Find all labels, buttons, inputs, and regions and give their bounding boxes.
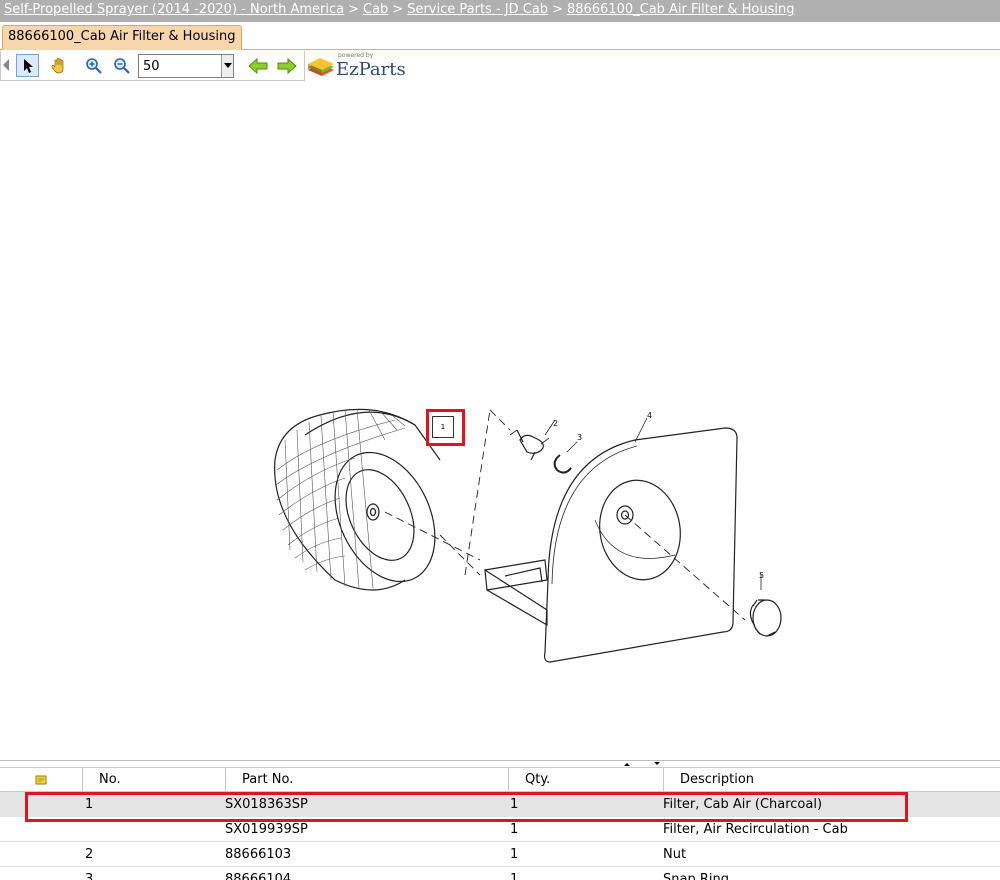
zoom-in-button[interactable] [82,54,105,77]
cell-qty: 1 [510,822,519,837]
breadcrumb-separator: > [552,2,563,17]
note-icon [35,775,47,785]
arrow-left-icon [247,57,267,74]
viewer-toolbar [0,51,305,81]
callout-5[interactable]: 5 [759,571,764,580]
breadcrumb-link-service-parts[interactable]: Service Parts - JD Cab [407,2,548,17]
zoom-out-icon [113,57,130,74]
tab-cab-air-filter[interactable]: 88666100_Cab Air Filter & Housing [2,25,242,50]
zoom-out-button[interactable] [110,54,133,77]
toolbar-collapse-icon[interactable] [3,59,9,71]
breadcrumb-link-filter-housing[interactable]: 88666100_Cab Air Filter & Housing [567,2,795,17]
breadcrumb-separator: > [392,2,404,17]
table-header: No. Part No. Qty. Description [0,767,1000,793]
panel-splitter[interactable] [0,760,1000,766]
arrow-right-icon [277,57,297,74]
column-header-no[interactable]: No. [82,768,225,793]
ezparts-logo: powered by EzParts [306,50,416,82]
cell-part-no: SX019939SP [225,822,308,837]
breadcrumb-link-sprayer[interactable]: Self-Propelled Sprayer (2014 -2020) - No… [4,2,344,17]
housing-drawing[interactable] [484,416,738,663]
parts-diagram[interactable]: 2 3 4 5 [255,400,795,670]
back-button[interactable] [246,54,269,77]
select-pointer-button[interactable] [16,54,39,77]
pointer-icon [23,58,33,73]
cell-qty: 1 [510,847,519,862]
breadcrumb-separator: > [348,2,359,17]
forward-button[interactable] [275,54,298,77]
books-icon [308,58,334,76]
table-row[interactable]: 2 88666103 1 Nut [0,842,1000,867]
cell-part-no: SX018363SP [225,797,308,812]
cell-part-no: 88666103 [225,847,292,862]
logo-powered-text: powered by [338,52,374,59]
chevron-down-icon [223,63,232,68]
cell-description: Nut [663,847,687,862]
cell-part-no: 88666104 [225,872,292,880]
column-header-qty[interactable]: Qty. [508,768,663,793]
logo-brand-text: EzParts [336,59,406,80]
cell-no: 2 [85,847,94,862]
breadcrumb-link-cab[interactable]: Cab [363,2,388,17]
cell-description: Snap Ring [663,872,729,880]
zoom-in-icon [85,57,102,74]
parts-table: No. Part No. Qty. Description 1 SX018363… [0,767,1000,880]
cell-qty: 1 [510,797,519,812]
cell-description: Filter, Air Recirculation - Cab [663,822,848,837]
knob-drawing[interactable] [749,575,782,637]
hand-icon [50,57,63,73]
cell-description: Filter, Cab Air (Charcoal) [663,797,823,812]
zoom-level-select[interactable] [138,54,234,78]
wing-nut-drawing[interactable] [516,429,550,461]
callout-3[interactable]: 3 [577,433,582,442]
tab-strip: 88666100_Cab Air Filter & Housing [0,25,1000,50]
column-header-part-no[interactable]: Part No. [225,768,508,793]
cell-qty: 1 [510,872,519,880]
pan-hand-button[interactable] [47,54,70,77]
zoom-dropdown-button[interactable] [221,55,233,77]
snap-ring-drawing[interactable] [553,454,572,474]
breadcrumb: Self-Propelled Sprayer (2014 -2020) - No… [0,0,1000,22]
zoom-level-input[interactable] [139,55,219,77]
column-header-description[interactable]: Description [663,768,1000,793]
cell-no: 3 [85,872,94,880]
callout-4[interactable]: 4 [647,411,652,420]
callout-2[interactable]: 2 [553,419,558,428]
cell-no: 1 [85,797,94,812]
table-row[interactable]: 1 SX018363SP 1 Filter, Cab Air (Charcoal… [0,792,1000,817]
callout-highlight-box [426,409,465,446]
column-header-note[interactable] [0,768,82,793]
table-row[interactable]: SX019939SP 1 Filter, Air Recirculation -… [0,817,1000,842]
table-row[interactable]: 3 88666104 1 Snap Ring [0,867,1000,880]
